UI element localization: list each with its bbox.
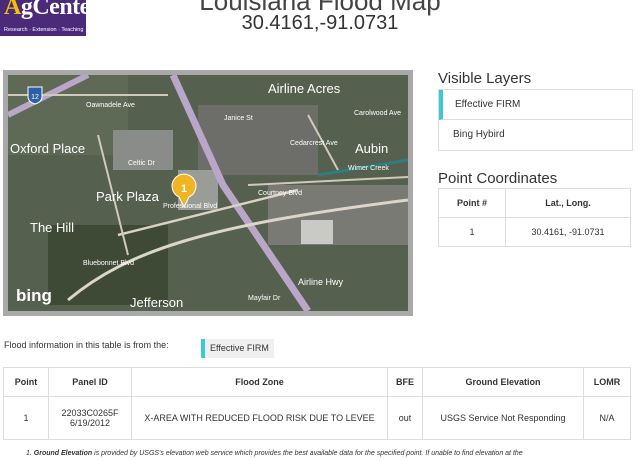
map-label-janice-st: Janice St [224, 115, 253, 122]
table-header-row: Point # Lat., Long. [438, 188, 631, 218]
logo-tagline: Research · Extension · Teaching [4, 27, 84, 33]
map-label-carolwood-ave: Carolwood Ave [354, 110, 401, 117]
col-lat-long: Lat., Long. [505, 188, 631, 218]
map-label-jefferson: Jefferson [130, 295, 183, 310]
map-building [301, 220, 333, 244]
panel-date: 6/19/2012 [69, 418, 111, 428]
cell-lat-long: 30.4161, -91.0731 [505, 217, 631, 247]
col-point-number: Point # [438, 188, 506, 218]
col-lomr: LOMR [583, 367, 631, 397]
cell-ground-elevation: USGS Service Not Responding [422, 396, 584, 440]
point-marker-label: 1 [181, 183, 187, 195]
table-header-row: Point Panel ID Flood Zone BFE Ground Ele… [3, 367, 631, 397]
visible-layers-heading: Visible Layers [438, 70, 532, 87]
cell-bfe: out [387, 396, 423, 440]
table-row: 1 30.4161, -91.0731 [438, 217, 631, 247]
panel-id: 22033C0265F [61, 408, 119, 418]
flood-table: Point Panel ID Flood Zone BFE Ground Ele… [3, 367, 631, 440]
map-label-park-plaza: Park Plaza [96, 189, 160, 204]
cell-point: 1 [3, 396, 49, 440]
coordinates-title: 30.4161,-91.0731 [241, 12, 399, 34]
map-canvas[interactable]: Airline Acres Oxford Place Aubin Park Pl… [8, 75, 408, 311]
map-label-celtic-dr: Celtic Dr [128, 160, 156, 167]
footnote-term: Ground Elevation [33, 450, 93, 457]
col-ground-elevation: Ground Elevation [422, 367, 584, 397]
cell-point-number: 1 [438, 217, 506, 247]
cell-panel-id: 22033C0265F 6/19/2012 [48, 396, 132, 440]
bing-logo: bing [16, 286, 52, 305]
map-label-oxford-place: Oxford Place [10, 141, 85, 156]
table-row: 1 22033C0265F 6/19/2012 X-AREA WITH REDUC… [3, 396, 631, 440]
col-bfe: BFE [387, 367, 423, 397]
map-label-aubin: Aubin [355, 141, 388, 156]
footnote-number: 1. [26, 450, 32, 457]
col-flood-zone: Flood Zone [131, 367, 388, 397]
agcenter-logo[interactable]: AgCenter Research · Extension · Teaching [0, 0, 86, 36]
point-coordinates-table: Point # Lat., Long. 1 30.4161, -91.0731 [438, 188, 631, 247]
map-label-oawnadele-ave: Oawnadele Ave [86, 102, 135, 109]
interstate-shield-icon: 12 [27, 86, 43, 105]
visible-layers-list: Effective FIRM Bing Hybird [438, 89, 633, 151]
map-label-airline-hwy: Airline Hwy [298, 277, 344, 287]
map-label-bluebonnet-blvd: Bluebonnet Blvd [83, 260, 134, 267]
col-panel-id: Panel ID [48, 367, 132, 397]
map-label-professional-blvd: Professional Blvd [163, 203, 217, 210]
map-label-airline-acres: Airline Acres [268, 81, 341, 96]
map-label-wimer-creek: Wimer Creek [348, 165, 389, 172]
map-label-mayfair-dr: Mayfair Dr [248, 295, 281, 302]
layer-effective-firm[interactable]: Effective FIRM [439, 90, 632, 120]
footnote: 1. Ground Elevation is provided by USGS'… [26, 450, 523, 457]
map-view[interactable]: Airline Acres Oxford Place Aubin Park Pl… [3, 70, 413, 316]
map-label-the-hill: The Hill [30, 220, 74, 235]
map-label-courtney-blvd: Courtney Blvd [258, 190, 302, 197]
map-label-cedarcrest-ave: Cedarcrest Ave [290, 140, 338, 147]
point-coordinates-heading: Point Coordinates [438, 170, 558, 187]
logo-wordmark: AgCenter [4, 0, 86, 20]
layer-bing-hybird[interactable]: Bing Hybird [439, 120, 632, 150]
cell-lomr: N/A [583, 396, 631, 440]
interstate-number: 12 [31, 94, 39, 101]
footnote-text: is provided by USGS's elevation web serv… [92, 450, 523, 457]
col-point: Point [3, 367, 49, 397]
flood-info-source-badge: Effective FIRM [201, 339, 274, 358]
flood-info-label: Flood information in this table is from … [4, 340, 169, 350]
cell-flood-zone: X-AREA WITH REDUCED FLOOD RISK DUE TO LE… [131, 396, 388, 440]
